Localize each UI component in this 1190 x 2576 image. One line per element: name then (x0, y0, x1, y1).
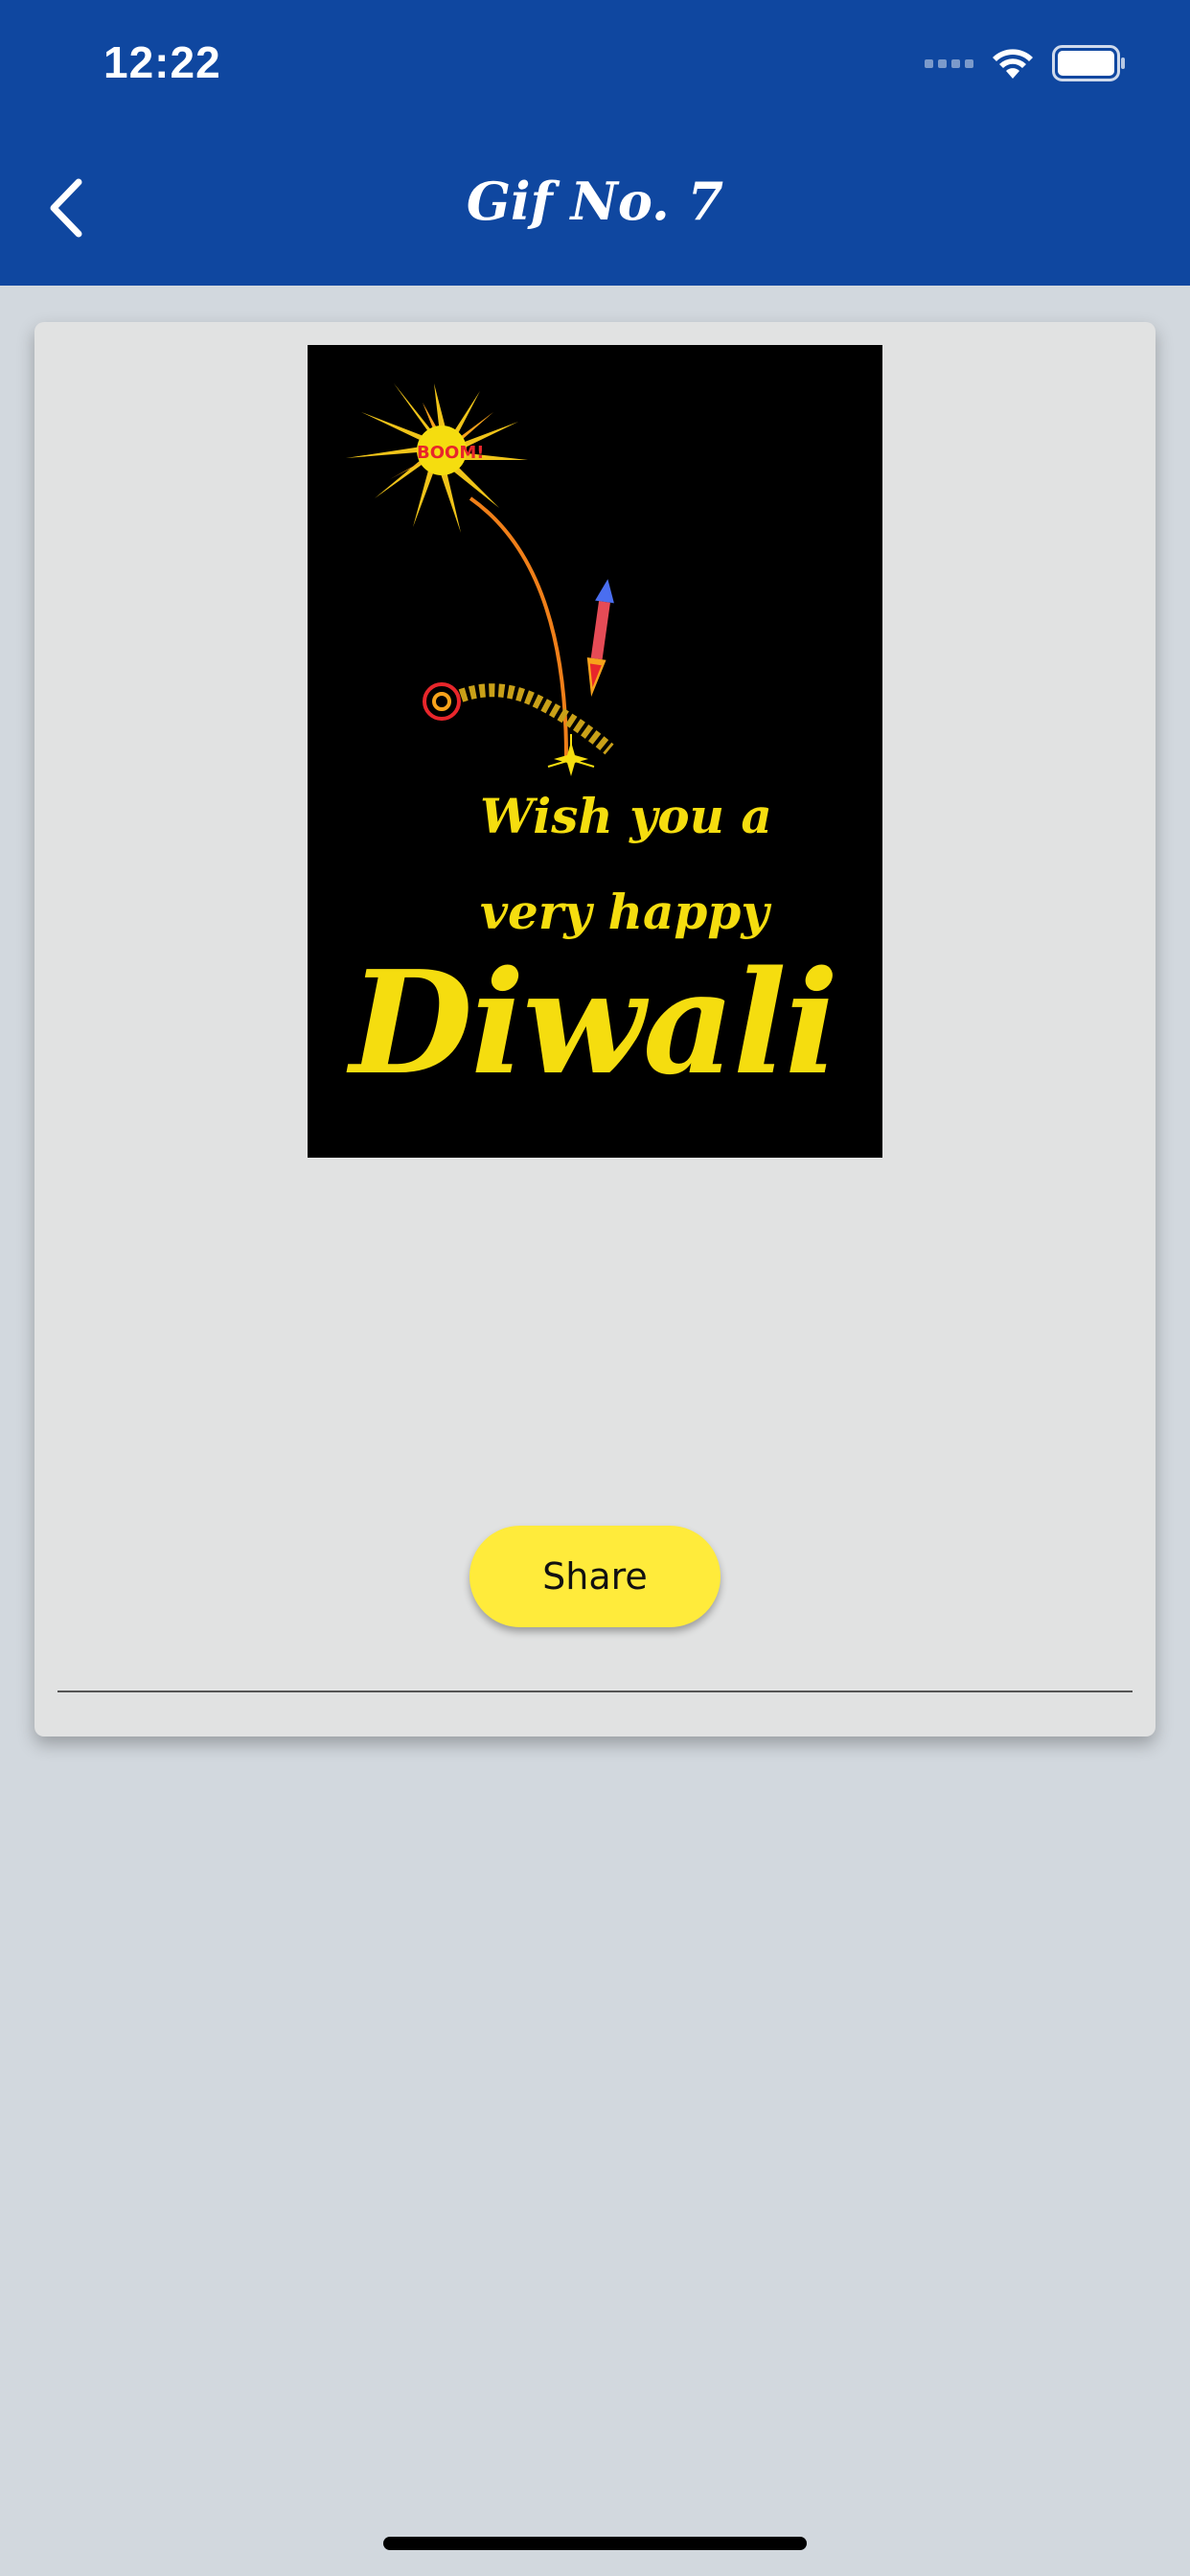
app-header: 12:22 Gif No. 7 (0, 0, 1190, 286)
share-button[interactable]: Share (469, 1526, 721, 1627)
wifi-icon (993, 49, 1033, 79)
gif-text-line2: very happy (480, 884, 769, 940)
gif-card: BOOM! Wish you a very happy Diwali Share (34, 322, 1156, 1736)
svg-text:BOOM!: BOOM! (417, 443, 484, 463)
battery-icon (1052, 45, 1125, 81)
signal-icon (925, 58, 973, 68)
gif-text-line3: Diwali (350, 939, 838, 1106)
gif-text-line1: Wish you a (480, 788, 772, 844)
page-title: Gif No. 7 (466, 171, 724, 232)
diwali-gif-image: BOOM! Wish you a very happy Diwali (308, 345, 882, 1158)
divider (57, 1690, 1133, 1692)
status-icons (925, 42, 1127, 84)
status-time: 12:22 (103, 37, 221, 87)
home-indicator[interactable] (383, 2537, 807, 2550)
